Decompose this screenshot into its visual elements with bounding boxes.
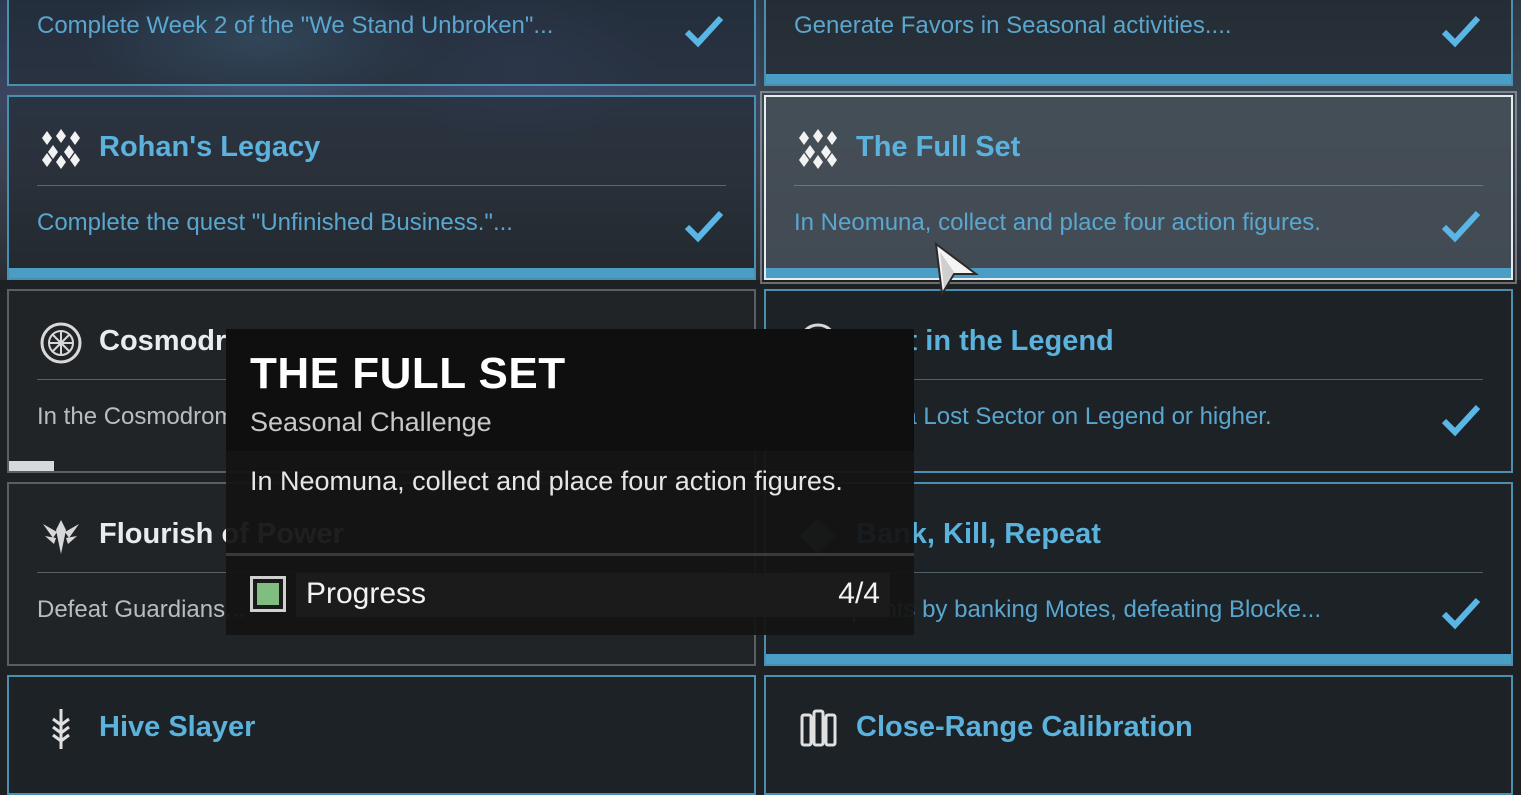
- tooltip-header: THE FULL SET Seasonal Challenge: [226, 329, 914, 451]
- completion-bar: [9, 268, 754, 278]
- tooltip-subtitle: Seasonal Challenge: [250, 407, 492, 437]
- progress-bar: [9, 461, 54, 471]
- completion-bar: [766, 74, 1511, 84]
- tooltip-description: In Neomuna, collect and place four actio…: [250, 466, 843, 496]
- challenge-card-favors[interactable]: Generate Favors in Seasonal activities..…: [764, 0, 1513, 86]
- challenge-card-week2[interactable]: Complete Week 2 of the "We Stand Unbroke…: [7, 0, 756, 86]
- challenge-description: In Neomuna, collect and place four actio…: [794, 209, 1321, 236]
- checkmark-icon: [684, 15, 724, 48]
- cosmodrome-icon: [39, 321, 83, 365]
- divider: [226, 553, 914, 556]
- challenge-description: Complete the quest "Unfinished Business.…: [37, 209, 513, 236]
- challenge-description: Complete Week 2 of the "We Stand Unbroke…: [37, 12, 554, 39]
- objective-checkbox: [250, 576, 286, 612]
- progress-value: 4/4: [838, 577, 880, 610]
- challenge-card-the-full-set[interactable]: The Full Set In Neomuna, collect and pla…: [760, 91, 1517, 284]
- challenge-description: Generate Favors in Seasonal activities..…: [794, 12, 1232, 39]
- challenge-card-hive-slayer[interactable]: Hive Slayer: [7, 675, 756, 795]
- checkmark-icon: [1441, 210, 1481, 243]
- cursor-icon: [934, 241, 979, 298]
- checkmark-icon: [684, 210, 724, 243]
- challenge-card-rohans-legacy[interactable]: Rohan's Legacy Complete the quest "Unfin…: [7, 95, 756, 280]
- completion-bar: [766, 654, 1511, 664]
- objective-progress: Progress 4/4: [250, 573, 890, 617]
- challenge-card-close-range-calibration[interactable]: Close-Range Calibration: [764, 675, 1513, 795]
- challenge-description: Defeat Guardians...: [37, 596, 246, 623]
- divider: [37, 185, 726, 186]
- challenge-title: Rohan's Legacy: [99, 131, 321, 163]
- challenge-tooltip: THE FULL SET Seasonal Challenge In Neomu…: [226, 329, 914, 635]
- checkmark-icon: [1441, 404, 1481, 437]
- checkmark-icon: [1441, 15, 1481, 48]
- hive-sword-icon: [39, 707, 83, 751]
- challenge-title: Close-Range Calibration: [856, 711, 1193, 743]
- tooltip-title: THE FULL SET: [250, 349, 566, 398]
- shotgun-shells-icon: [796, 707, 840, 751]
- diamond-cluster-icon: [796, 127, 840, 171]
- progress-track: Progress 4/4: [296, 573, 890, 617]
- challenge-title: Hive Slayer: [99, 711, 256, 743]
- winged-crest-icon: [39, 514, 83, 558]
- diamond-cluster-icon: [39, 127, 83, 171]
- challenge-title: The Full Set: [856, 131, 1021, 163]
- progress-label: Progress: [306, 577, 427, 610]
- divider: [794, 185, 1483, 186]
- completion-bar: [766, 268, 1511, 278]
- checkmark-icon: [1441, 597, 1481, 630]
